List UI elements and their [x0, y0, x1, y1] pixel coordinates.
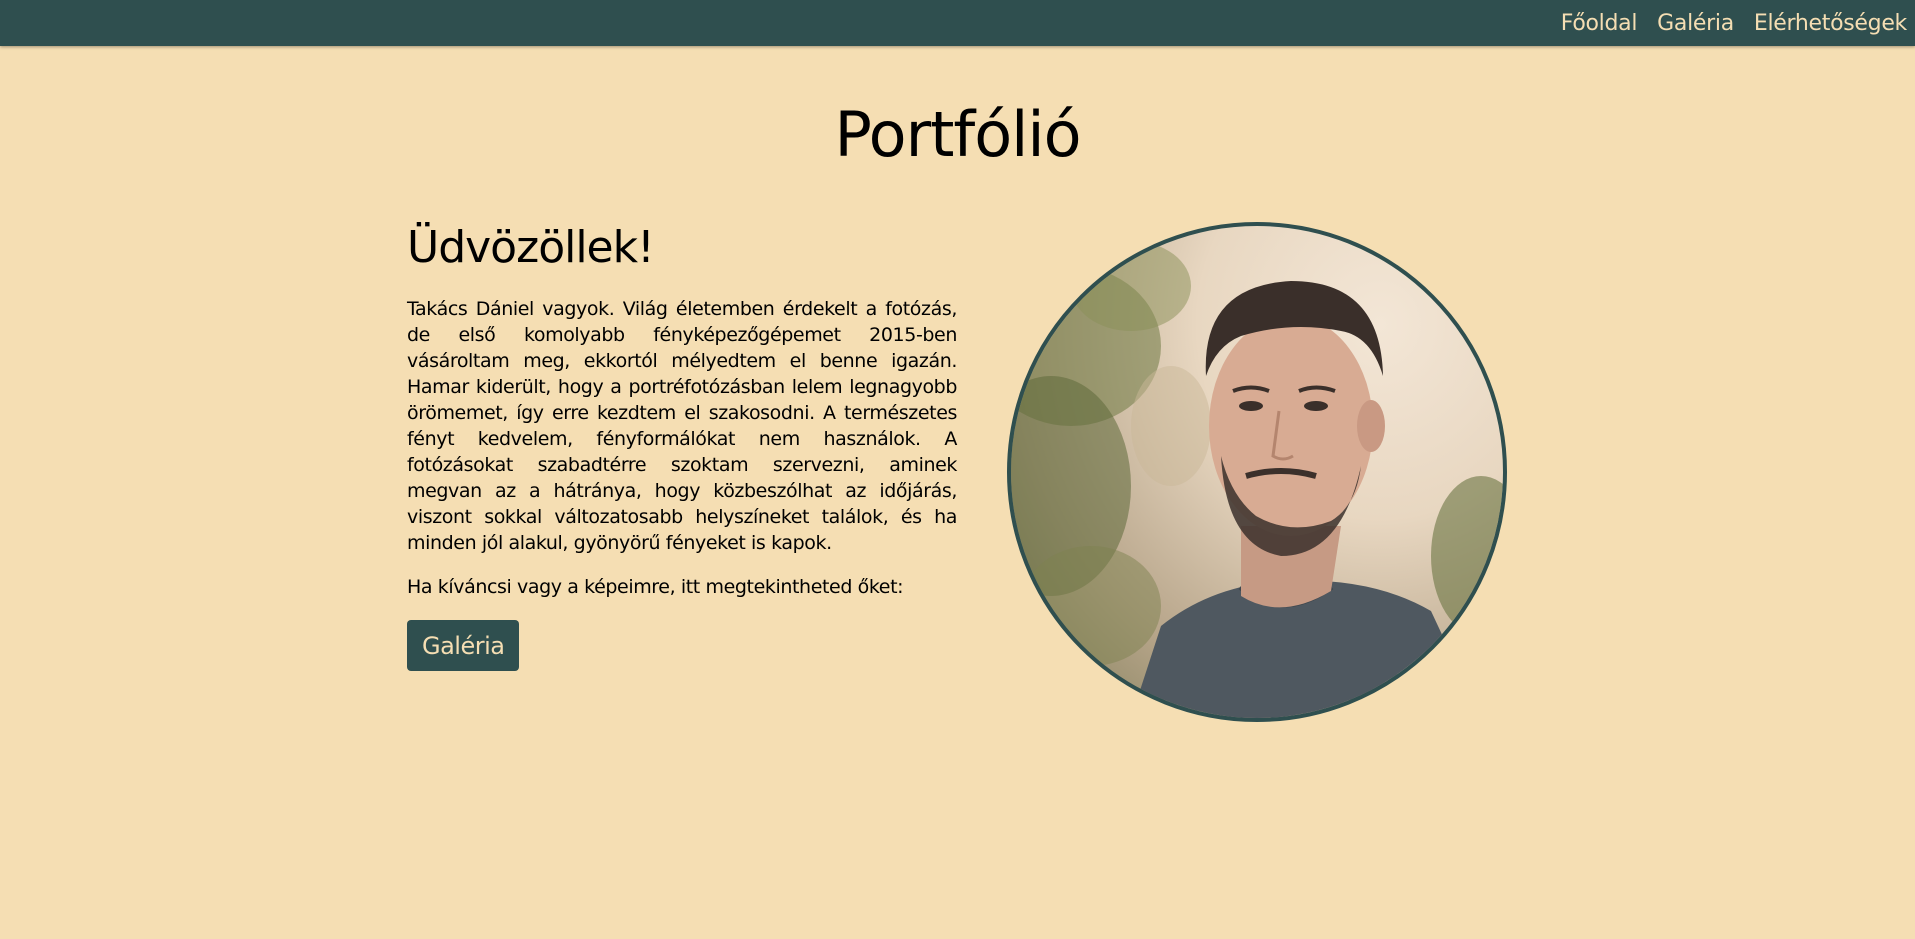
nav-links: Főoldal Galéria Elérhetőségek: [1561, 0, 1908, 46]
intro-section: Üdvözöllek! Takács Dániel vagyok. Világ …: [407, 218, 957, 671]
top-navbar: Főoldal Galéria Elérhetőségek: [0, 0, 1915, 46]
portrait-photo: [1007, 222, 1507, 722]
portrait-illustration: [1011, 241, 1503, 718]
page-title: Portfólió: [834, 98, 1081, 171]
welcome-heading: Üdvözöllek!: [407, 222, 655, 273]
nav-link-contact[interactable]: Elérhetőségek: [1754, 11, 1907, 36]
gallery-cta-text: Ha kíváncsi vagy a képeimre, itt megteki…: [407, 576, 904, 598]
gallery-button[interactable]: Galéria: [407, 620, 520, 671]
nav-link-gallery[interactable]: Galéria: [1657, 11, 1734, 36]
nav-link-home[interactable]: Főoldal: [1561, 11, 1638, 36]
bio-paragraph: Takács Dániel vagyok. Világ életemben ér…: [407, 298, 957, 554]
